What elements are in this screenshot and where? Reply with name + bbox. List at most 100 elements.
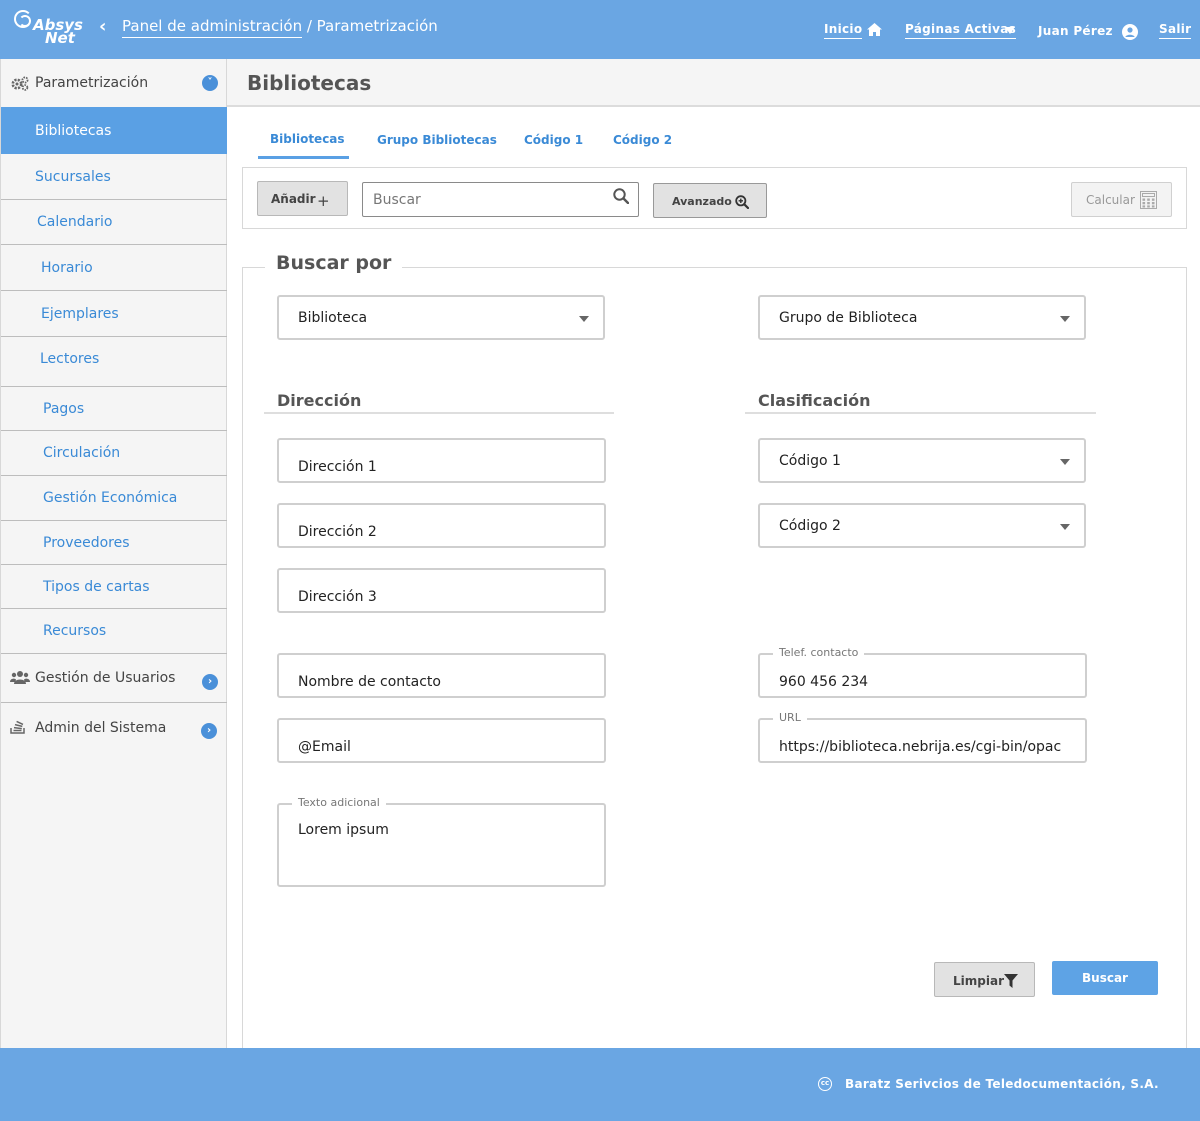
sidebar-item-label: Sucursales — [35, 168, 111, 185]
sidebar-item-label: Gestión Económica — [43, 490, 178, 506]
sidebar-section-admin-sistema[interactable]: Admin del Sistema › — [1, 703, 227, 751]
chevron-right-circle-icon[interactable]: › — [201, 723, 217, 739]
direccion-2-field[interactable]: Dirección 2 — [277, 503, 606, 548]
creative-commons-icon: cc — [818, 1077, 832, 1091]
field-placeholder: Dirección 3 — [298, 589, 377, 605]
clear-button[interactable]: Limpiar — [934, 962, 1035, 997]
tab-grupo-bibliotecas[interactable]: Grupo Bibliotecas — [377, 133, 497, 147]
sidebar-item-gestion-economica[interactable]: Gestión Económica — [1, 476, 227, 521]
sidebar-item-sucursales[interactable]: Sucursales — [1, 154, 227, 200]
advanced-button-label: Avanzado — [672, 195, 732, 208]
user-avatar-icon[interactable] — [1122, 24, 1138, 40]
caret-down-icon — [579, 316, 589, 322]
biblioteca-select[interactable]: Biblioteca — [277, 295, 605, 340]
select-value: Código 2 — [779, 518, 841, 534]
field-placeholder: Dirección 1 — [298, 459, 377, 475]
logo-swirl-icon — [14, 10, 32, 28]
sidebar-item-pagos[interactable]: Pagos — [1, 387, 227, 431]
home-icon[interactable] — [867, 23, 882, 36]
sidebar-item-bibliotecas[interactable]: Bibliotecas — [1, 107, 227, 154]
search-button[interactable]: Buscar — [1052, 961, 1158, 995]
field-value: Lorem ipsum — [298, 822, 389, 838]
active-pages-dropdown[interactable]: Páginas Activas — [905, 22, 1017, 39]
telefono-contacto-field[interactable]: Telef. contacto 960 456 234 — [758, 646, 1087, 698]
select-value: Código 1 — [779, 453, 841, 469]
sidebar-section-gestion-usuarios[interactable]: Gestión de Usuarios › — [1, 654, 227, 703]
field-label: Texto adicional — [292, 796, 386, 809]
add-button-label: Añadir — [271, 192, 316, 206]
sidebar-section-parametrizacion[interactable]: Parametrización ˅ — [1, 59, 227, 107]
top-header: Absys Net ‹ Panel de administración / Pa… — [0, 0, 1200, 59]
email-field[interactable]: @Email — [277, 718, 606, 763]
grupo-biblioteca-select[interactable]: Grupo de Biblioteca — [758, 295, 1086, 340]
search-box[interactable] — [362, 182, 639, 217]
sidebar-item-label: Bibliotecas — [35, 122, 112, 139]
caret-down-icon — [1060, 524, 1070, 530]
tab-codigo-1[interactable]: Código 1 — [524, 133, 583, 147]
field-value: 960 456 234 — [779, 674, 869, 690]
home-link[interactable]: Inicio — [824, 22, 863, 39]
absysnet-logo[interactable]: Absys Net — [14, 10, 84, 50]
calculate-button-label: Calcular — [1086, 193, 1135, 207]
field-label: Telef. contacto — [773, 646, 865, 659]
sidebar-item-label: Recursos — [43, 623, 107, 639]
sidebar-item-label: Pagos — [43, 400, 85, 417]
breadcrumb-admin-panel-link[interactable]: Panel de administración — [122, 17, 303, 38]
sidebar-item-horario[interactable]: Horario — [1, 245, 227, 291]
clear-button-label: Limpiar — [953, 974, 1004, 988]
caret-down-icon — [1060, 459, 1070, 465]
footer: cc Baratz Serivcios de Teledocumentación… — [0, 1048, 1200, 1121]
codigo-1-select[interactable]: Código 1 — [758, 438, 1086, 483]
calculate-button[interactable]: Calcular — [1071, 182, 1172, 217]
chevron-right-circle-icon[interactable]: › — [202, 674, 218, 690]
advanced-search-button[interactable]: Avanzado — [653, 183, 767, 218]
breadcrumb-separator: / — [302, 17, 317, 35]
active-tab-indicator — [258, 156, 349, 159]
logout-link[interactable]: Salir — [1159, 22, 1192, 39]
nombre-contacto-field[interactable]: Nombre de contacto — [277, 653, 606, 698]
back-chevron-icon[interactable]: ‹ — [99, 16, 106, 37]
caret-down-icon — [1060, 316, 1070, 322]
texto-adicional-textarea[interactable]: Texto adicional Lorem ipsum — [277, 796, 606, 887]
direccion-3-field[interactable]: Dirección 3 — [277, 568, 606, 613]
search-form-legend: Buscar por — [265, 252, 403, 274]
sidebar: Parametrización ˅ Bibliotecas Sucursales… — [0, 59, 227, 1048]
sidebar-item-tipos-de-cartas[interactable]: Tipos de cartas — [1, 565, 227, 609]
chevron-down-circle-icon[interactable]: ˅ — [202, 75, 218, 91]
user-name: Juan Pérez — [1038, 24, 1113, 38]
sidebar-section-label: Admin del Sistema — [35, 720, 167, 736]
search-icon[interactable] — [613, 188, 629, 204]
page-title-bar: Bibliotecas — [227, 59, 1200, 107]
sidebar-item-label: Calendario — [37, 214, 113, 230]
stack-icon — [10, 720, 25, 734]
sidebar-item-circulacion[interactable]: Circulación — [1, 431, 227, 476]
plus-icon: + — [317, 192, 330, 210]
sidebar-item-proveedores[interactable]: Proveedores — [1, 521, 227, 565]
direccion-section-heading: Dirección — [277, 391, 362, 410]
sidebar-section-label: Gestión de Usuarios — [35, 670, 176, 686]
users-icon — [10, 671, 30, 684]
field-placeholder: Nombre de contacto — [298, 674, 441, 690]
sidebar-item-recursos[interactable]: Recursos — [1, 609, 227, 654]
tab-bibliotecas[interactable]: Bibliotecas — [270, 132, 345, 146]
sidebar-item-ejemplares[interactable]: Ejemplares — [1, 291, 227, 337]
page-title: Bibliotecas — [247, 71, 372, 95]
gears-icon — [11, 76, 29, 91]
search-input[interactable] — [373, 189, 603, 211]
zoom-in-icon — [735, 195, 749, 209]
filter-icon — [1004, 974, 1018, 988]
url-field[interactable]: URL https://biblioteca.nebrija.es/cgi-bi… — [758, 711, 1087, 763]
field-value: https://biblioteca.nebrija.es/cgi-bin/op… — [779, 739, 1062, 755]
sidebar-item-calendario[interactable]: Calendario — [1, 200, 227, 245]
clasificacion-section-heading: Clasificación — [758, 391, 871, 410]
sidebar-item-lectores[interactable]: Lectores — [1, 337, 227, 387]
logo-text: Absys Net — [33, 18, 83, 46]
sidebar-item-label: Horario — [41, 259, 93, 276]
sidebar-item-label: Ejemplares — [41, 305, 119, 322]
direccion-1-field[interactable]: Dirección 1 — [277, 438, 606, 483]
chevron-down-icon[interactable] — [1005, 27, 1015, 34]
tab-codigo-2[interactable]: Código 2 — [613, 133, 672, 147]
codigo-2-select[interactable]: Código 2 — [758, 503, 1086, 548]
add-button[interactable]: Añadir + — [257, 181, 348, 216]
section-divider — [264, 412, 614, 414]
